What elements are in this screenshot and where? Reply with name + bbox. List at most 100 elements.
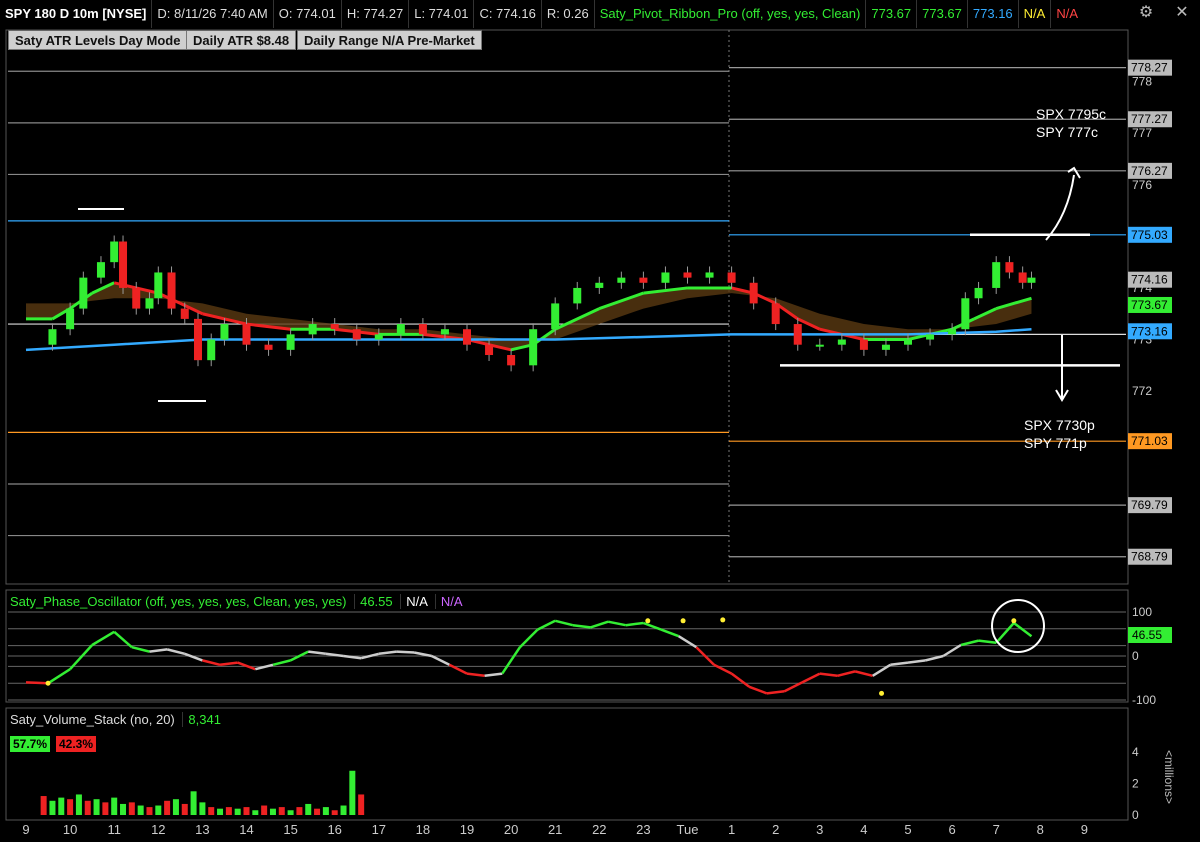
oscillator-tick-label: -100 xyxy=(1132,693,1156,707)
candle-body xyxy=(119,241,128,288)
price-tick-label: 778 xyxy=(1132,75,1152,89)
oscillator-dot xyxy=(1011,618,1017,624)
x-tick-label: 5 xyxy=(904,822,911,837)
oscillator-line xyxy=(47,668,71,685)
x-tick-label: 17 xyxy=(372,822,386,837)
volume-bar xyxy=(128,802,135,815)
volume-bar xyxy=(269,808,276,815)
candle-body xyxy=(418,324,427,335)
oscillator-line xyxy=(219,661,238,667)
oscillator-line xyxy=(590,620,609,629)
oscillator-tick-label: 0 xyxy=(1132,649,1139,663)
candle-body xyxy=(926,334,935,340)
volume-bar xyxy=(40,796,47,815)
candle-body xyxy=(529,329,538,366)
candle-body xyxy=(948,329,957,335)
oscillator-line xyxy=(431,654,450,666)
volume-bar xyxy=(322,807,329,815)
volume-panel: 0 2 4 xyxy=(40,745,1139,822)
level-badge-label: 774.16 xyxy=(1131,273,1168,287)
candle-body xyxy=(727,272,736,283)
candle-body xyxy=(132,287,141,309)
candle-body xyxy=(330,324,339,330)
x-tick-label: 3 xyxy=(816,822,823,837)
candle-body xyxy=(286,334,295,350)
volume-bar xyxy=(190,791,197,815)
oscillator-dot xyxy=(45,680,51,686)
level-badge-label: 773.67 xyxy=(1131,298,1168,312)
x-tick-label: 9 xyxy=(1081,822,1088,837)
oscillator-title[interactable]: Saty_Phase_Oscillator (off, yes, yes, ye… xyxy=(10,594,463,609)
candle-body xyxy=(96,262,105,278)
oscillator-line xyxy=(501,646,521,675)
x-tick-label: 2 xyxy=(772,822,779,837)
volume-bar xyxy=(358,794,365,815)
candle-body xyxy=(705,272,714,278)
oscillator-line xyxy=(890,661,909,667)
volume-tick-label: 0 xyxy=(1132,808,1139,822)
level-badge-label: 771.03 xyxy=(1131,434,1168,448)
volume-bar xyxy=(208,807,215,815)
volume-bar xyxy=(164,800,171,815)
oscillator-line xyxy=(166,648,186,656)
oscillator-line xyxy=(413,651,432,658)
x-tick-label: 21 xyxy=(548,822,562,837)
oscillator-line xyxy=(184,652,203,662)
oscillator-line xyxy=(942,643,962,658)
buy-percent-badge: 57.7% xyxy=(10,736,51,752)
volume-unit-label: <millions> xyxy=(1162,750,1176,805)
candle-body xyxy=(507,355,516,366)
sell-percent-badge: 42.3% xyxy=(56,736,97,752)
candle-body xyxy=(485,344,494,356)
spx-call-label: SPX 7795c xyxy=(1036,106,1107,122)
up-arrow xyxy=(1045,174,1075,241)
candle-body xyxy=(617,277,626,283)
volume-tick-label: 2 xyxy=(1132,776,1139,790)
x-axis: 9 10 11 12 13 14 15 16 17 18 19 20 21 22 23 Tue 1 2 3 4 5 6 7 8… xyxy=(22,822,1088,837)
oscillator-dot xyxy=(720,617,726,623)
oscillator-line xyxy=(149,648,168,653)
candle-body xyxy=(440,329,449,335)
volume-bar xyxy=(217,808,224,815)
oscillator-line xyxy=(113,630,133,649)
oscillator-line xyxy=(625,621,644,627)
price-tick-label: 772 xyxy=(1132,384,1152,398)
level-badge-label: 775.03 xyxy=(1131,228,1168,242)
candle-body xyxy=(749,282,758,304)
oscillator-line xyxy=(783,681,803,693)
candle-body xyxy=(396,324,405,335)
candle-body xyxy=(992,262,1001,288)
oscillator-badge-label: 46.55 xyxy=(1132,628,1162,642)
x-tick-label: 15 xyxy=(283,822,297,837)
volume-bar xyxy=(252,810,259,815)
oscillator-line xyxy=(131,645,150,653)
x-tick-label: 6 xyxy=(948,822,955,837)
oscillator-line xyxy=(272,659,291,667)
oscillator-line xyxy=(572,623,591,629)
volume-bar xyxy=(243,807,250,815)
x-tick-label: 1 xyxy=(728,822,735,837)
volume-title[interactable]: Saty_Volume_Stack (no, 20) 8,341 xyxy=(10,712,221,727)
oscillator-line xyxy=(1013,621,1033,638)
candle-body xyxy=(193,318,202,361)
candle-body xyxy=(463,329,471,345)
x-tick-label: 9 xyxy=(22,822,29,837)
oscillator-dot xyxy=(879,690,885,696)
volume-bar xyxy=(340,805,347,815)
price-tick-label: 776 xyxy=(1132,178,1152,192)
oscillator-line xyxy=(554,619,574,627)
oscillator-line xyxy=(907,659,926,664)
candle-body xyxy=(859,339,868,350)
volume-bar xyxy=(172,799,179,815)
candle-body xyxy=(48,329,57,345)
candle-body xyxy=(683,272,692,278)
candle-body xyxy=(154,272,163,299)
oscillator-value: 46.55 xyxy=(354,594,393,609)
oscillator-line xyxy=(960,639,979,647)
volume-bar xyxy=(120,803,127,815)
x-tick-label: 18 xyxy=(416,822,430,837)
volume-bar xyxy=(278,807,285,815)
oscillator-line xyxy=(748,685,768,695)
price-tick-label: 777 xyxy=(1132,126,1152,140)
candle-body xyxy=(167,272,176,309)
